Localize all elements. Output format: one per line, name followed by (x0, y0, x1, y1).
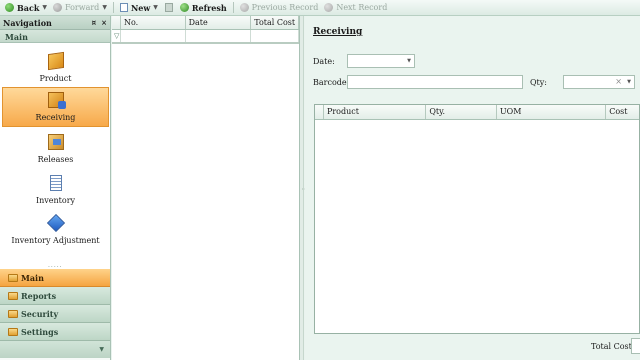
nav-items-list: Product Receiving Releases Inventory Inv… (0, 43, 110, 270)
qty-input[interactable]: × ▼ (563, 75, 635, 89)
nav-item-label: Product (39, 74, 72, 83)
total-cost-field[interactable] (631, 338, 640, 354)
nav-group-main[interactable]: Main (0, 269, 110, 287)
filter-icon[interactable]: ▽ (112, 30, 121, 42)
filter-cell-total-cost[interactable] (251, 30, 299, 42)
nav-item-label: Releases (37, 155, 74, 164)
forward-button[interactable]: Forward ▼ (50, 1, 110, 15)
nav-group-label: Reports (21, 290, 57, 301)
new-button[interactable]: New ▼ (117, 1, 161, 15)
toolbar: Back ▼ Forward ▼ New ▼ Refresh Previous … (0, 0, 640, 16)
filter-cell-date[interactable] (186, 30, 252, 42)
back-dropdown-icon[interactable]: ▼ (42, 4, 47, 11)
clear-icon[interactable]: × (615, 77, 622, 86)
nav-item-label: Inventory (35, 196, 76, 205)
back-label: Back (17, 2, 40, 13)
nav-item-product[interactable]: Product (2, 47, 109, 87)
previous-record-label: Previous Record (251, 3, 319, 12)
next-record-button[interactable]: Next Record (321, 1, 390, 15)
navigation-header: Navigation ¤ × (0, 16, 110, 30)
previous-record-button[interactable]: Previous Record (237, 1, 322, 15)
releases-icon (47, 134, 64, 150)
product-box-icon (47, 51, 64, 71)
nav-item-releases[interactable]: Releases (2, 128, 109, 168)
refresh-icon (179, 3, 189, 12)
refresh-label: Refresh (191, 2, 227, 13)
barcode-input[interactable] (347, 75, 523, 89)
inventory-adjustment-cube-icon (46, 213, 65, 233)
column-header-no[interactable]: No. (121, 16, 186, 29)
nav-group-label: Security (21, 308, 59, 319)
inventory-document-icon (49, 175, 62, 191)
qty-label: Qty: (530, 78, 547, 87)
row-selector-header (315, 105, 324, 119)
nav-footer: ▼ (0, 341, 110, 358)
nav-item-inventory[interactable]: Inventory (2, 169, 109, 209)
dropdown-arrow-icon[interactable]: ▼ (407, 58, 411, 64)
new-document-icon (119, 3, 128, 12)
nav-group-reports[interactable]: Reports (0, 287, 110, 305)
date-label: Date: (313, 57, 335, 66)
nav-item-label: Inventory Adjustment (11, 236, 100, 245)
receiving-list-panel: No. Date Total Cost ▽ (112, 16, 300, 360)
save-icon[interactable] (164, 3, 173, 12)
column-header-date[interactable]: Date (186, 16, 252, 29)
total-cost-label: Total Cost: (591, 342, 635, 351)
close-icon[interactable]: × (101, 18, 107, 27)
receiving-detail-panel: Receiving Date: ▼ Barcode: Qty: × ▼ Prod… (305, 16, 640, 360)
nav-group-security[interactable]: Security (0, 305, 110, 323)
folder-icon (8, 291, 18, 300)
folder-icon (8, 309, 18, 318)
column-header-cost[interactable]: Cost (606, 105, 639, 119)
panel-splitter[interactable]: ⋮ (300, 16, 308, 360)
next-record-icon (324, 3, 334, 12)
pin-icon[interactable]: ¤ (92, 18, 96, 27)
folder-icon (8, 273, 18, 282)
toolbar-separator (112, 2, 114, 13)
next-record-label: Next Record (336, 3, 388, 12)
row-selector-header (112, 16, 121, 29)
nav-group-title: Main (0, 30, 110, 43)
previous-record-icon (239, 3, 249, 12)
column-header-qty[interactable]: Qty. (426, 105, 497, 119)
refresh-button[interactable]: Refresh (177, 1, 230, 15)
nav-group-label: Main (21, 272, 44, 283)
folder-icon (8, 327, 18, 336)
back-button[interactable]: Back ▼ (2, 1, 50, 15)
nav-item-inventory-adjustment[interactable]: Inventory Adjustment (2, 209, 109, 249)
column-header-uom[interactable]: UOM (497, 105, 607, 119)
receiving-items-grid: Product Qty. UOM Cost (314, 104, 640, 334)
chevron-down-icon[interactable]: ▼ (99, 346, 104, 353)
nav-group-settings[interactable]: Settings (0, 323, 110, 341)
nav-group-label: Settings (21, 326, 59, 337)
column-header-product[interactable]: Product (324, 105, 427, 119)
page-title: Receiving (313, 27, 363, 37)
toolbar-separator (232, 2, 234, 13)
nav-item-receiving[interactable]: Receiving (2, 87, 109, 127)
back-arrow-icon (5, 3, 14, 12)
filter-row: ▽ (112, 30, 299, 44)
forward-dropdown-icon[interactable]: ▼ (102, 4, 107, 11)
date-picker[interactable]: ▼ (347, 54, 415, 68)
nav-group-bars: Main Reports Security Settings ▼ (0, 269, 110, 358)
barcode-label: Barcode: (313, 78, 350, 87)
new-dropdown-icon[interactable]: ▼ (153, 4, 158, 11)
forward-arrow-icon (52, 3, 62, 12)
items-grid-header: Product Qty. UOM Cost (315, 105, 639, 120)
navigation-title: Navigation (3, 17, 52, 28)
navigation-panel: Navigation ¤ × Main Product Receiving Re… (0, 16, 111, 360)
nav-item-label: Receiving (35, 113, 76, 122)
list-grid-header: No. Date Total Cost (112, 16, 299, 30)
new-label: New (130, 2, 151, 13)
splitter-grip-icon[interactable]: ..... (48, 262, 63, 269)
column-header-total-cost[interactable]: Total Cost (251, 16, 299, 29)
forward-label: Forward (64, 3, 100, 12)
filter-cell-no[interactable] (121, 30, 186, 42)
receiving-icon (47, 92, 66, 109)
dropdown-arrow-icon[interactable]: ▼ (627, 79, 631, 85)
